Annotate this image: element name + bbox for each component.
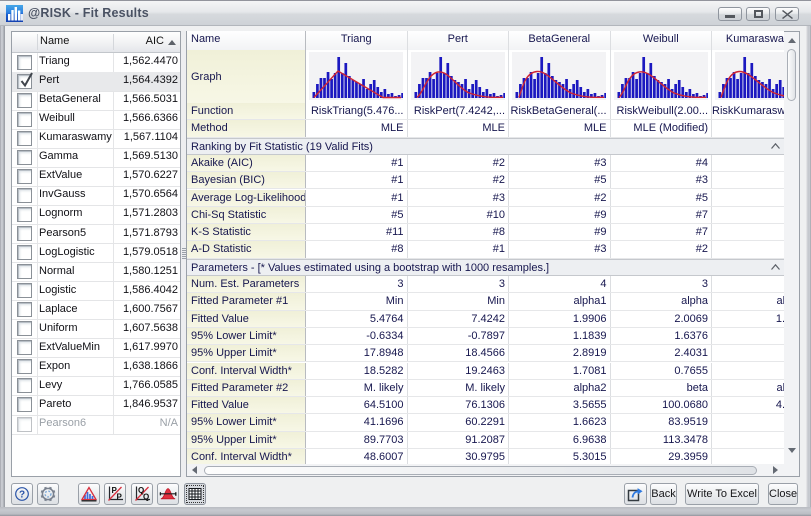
svg-text:?: ? — [19, 489, 25, 500]
svg-text:P: P — [117, 493, 123, 502]
svg-text:Q: Q — [143, 493, 149, 502]
